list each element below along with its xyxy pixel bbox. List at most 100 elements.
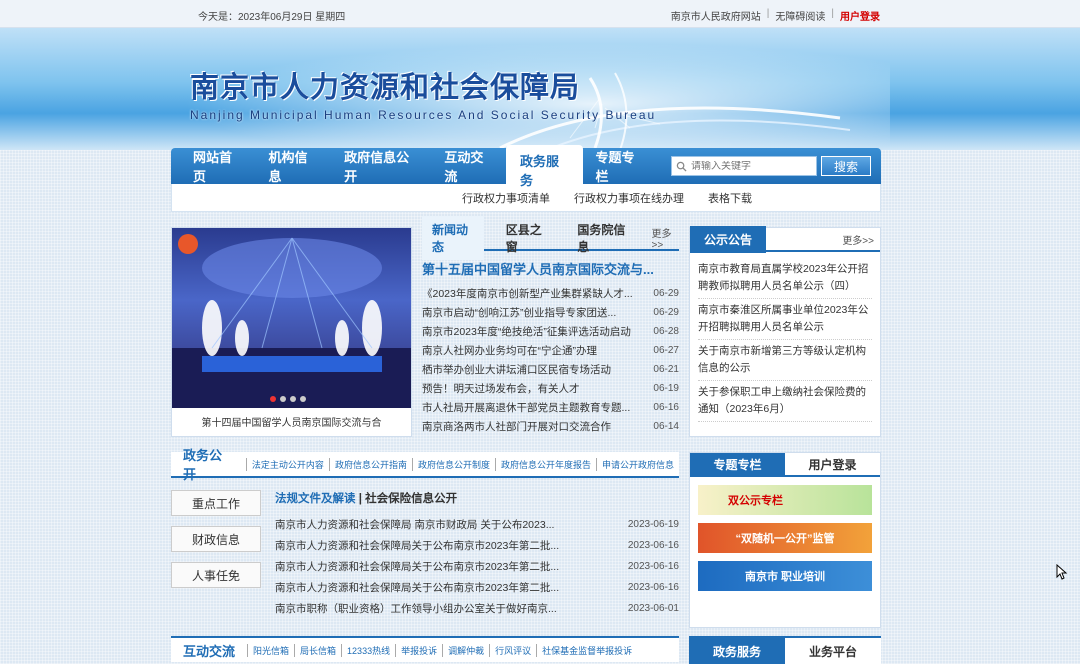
- banner-vocational-training[interactable]: 南京市 职业培训: [698, 561, 872, 591]
- list-item[interactable]: 南京市秦淮区所属事业单位2023年公开招聘拟聘用人员名单公示: [698, 299, 872, 340]
- mouse-cursor-icon: [1056, 564, 1068, 580]
- interaction-links: 阳光信箱 局长信箱 12333热线 举报投诉 调解仲裁 行风评议 社保基金监督举…: [247, 643, 637, 657]
- banner-random-inspection[interactable]: “双随机一公开”监管: [698, 523, 872, 553]
- list-item[interactable]: 预告！明天过场发布会，有关人才 06-19: [422, 379, 679, 398]
- accessibility-link[interactable]: 无障碍阅读: [775, 8, 825, 23]
- slide-dot[interactable]: [290, 396, 296, 402]
- search-button[interactable]: 搜索: [821, 156, 872, 176]
- side-key-work[interactable]: 重点工作: [171, 490, 261, 516]
- nav-interaction[interactable]: 互动交流: [444, 147, 494, 185]
- services-section: 政务服务 业务平台: [689, 636, 881, 664]
- subnav-power-list[interactable]: 行政权力事项清单: [462, 190, 550, 206]
- news-panel: 新闻动态 区县之窗 国务院信息 更多>> 第十五届中国留学人员南京国际交流与..…: [422, 216, 679, 437]
- nav-org-info[interactable]: 机构信息: [269, 147, 319, 185]
- subnav-online-handle[interactable]: 行政权力事项在线办理: [574, 190, 684, 206]
- gov-link[interactable]: 政府信息公开指南: [328, 457, 412, 471]
- nav-home[interactable]: 网站首页: [193, 147, 243, 185]
- separator: |: [831, 8, 834, 19]
- subnav-forms-download[interactable]: 表格下载: [708, 190, 752, 206]
- side-finance-info[interactable]: 财政信息: [171, 526, 261, 552]
- tab-regulations[interactable]: 法规文件及解读: [275, 493, 356, 505]
- banner-double-publicity[interactable]: 双公示专栏: [698, 485, 872, 515]
- gov-links: 法定主动公开内容 政府信息公开指南 政府信息公开制度 政府信息公开年度报告 申请…: [245, 457, 679, 471]
- list-item[interactable]: 南京市人力资源和社会保障局关于公布南京市2023年第二批... 2023-06-1…: [275, 577, 679, 598]
- list-item[interactable]: 市人社局开展离退休干部党员主题教育专题... 06-16: [422, 398, 679, 417]
- news-headline[interactable]: 第十五届中国留学人员南京国际交流与...: [422, 259, 679, 278]
- list-item[interactable]: 南京市职称（职业资格）工作领导小组办公室关于做好南京... 2023-06-01: [275, 598, 679, 619]
- tab-state-council[interactable]: 国务院信息: [569, 221, 637, 255]
- list-item[interactable]: 南京市启动“创响江苏”创业指导专家团送... 06-29: [422, 303, 679, 322]
- list-item[interactable]: 关于参保职工申上缴纳社会保险费的通知（2023年6月）: [698, 381, 872, 422]
- top-bar: 今天是：2023年06月29日 星期四 南京市人民政府网站 | 无障碍阅读 | …: [0, 0, 1080, 28]
- list-item[interactable]: 南京市人力资源和社会保障局关于公布南京市2023年第二批... 2023-06-1…: [275, 535, 679, 556]
- interact-link[interactable]: 举报投诉: [395, 643, 442, 657]
- list-item[interactable]: 《2023年度南京市创新型产业集群紧缺人才... 06-29: [422, 284, 679, 303]
- site-banner: 南京市人力资源和社会保障局 Nanjing Municipal Human Re…: [0, 28, 1080, 150]
- list-item[interactable]: 南京市2023年度“绝技绝活”征集评选活动启动 06-28: [422, 322, 679, 341]
- slide-caption[interactable]: 第十四届中国留学人员南京国际交流与合: [172, 414, 411, 429]
- site-title: 南京市人力资源和社会保障局: [190, 70, 581, 104]
- search-input[interactable]: [691, 160, 810, 172]
- search-box: [671, 156, 818, 176]
- gov-link[interactable]: 申请公开政府信息: [595, 457, 679, 471]
- gov-header: 政务公开 法定主动公开内容 政府信息公开指南 政府信息公开制度 政府信息公开年度…: [171, 448, 679, 482]
- tab-news[interactable]: 新闻动态: [422, 216, 484, 260]
- interaction-section: 互动交流 阳光信箱 局长信箱 12333热线 举报投诉 调解仲裁 行风评议 社保…: [171, 636, 679, 664]
- notice-header: 公示公告 更多>>: [690, 225, 880, 253]
- list-item[interactable]: 栖市举办创业大讲坛浦口区民宿专场活动 06-21: [422, 360, 679, 379]
- gov-subtabs: 法规文件及解读 | 社会保险信息公开: [275, 490, 679, 506]
- tab-user-login[interactable]: 用户登录: [785, 453, 880, 475]
- slide-image[interactable]: [172, 228, 411, 408]
- tab-social-insurance[interactable]: 社会保险信息公开: [365, 493, 457, 505]
- notice-title[interactable]: 公示公告: [690, 225, 767, 253]
- gov-title[interactable]: 政务公开: [171, 445, 246, 483]
- interaction-header: 互动交流 阳光信箱 局长信箱 12333热线 举报投诉 调解仲裁 行风评议 社保…: [171, 636, 679, 662]
- search-area: 搜索: [671, 156, 872, 176]
- interact-link[interactable]: 局长信箱: [294, 643, 341, 657]
- nav-gov-services[interactable]: 政务服务: [505, 145, 584, 195]
- user-login-link[interactable]: 用户登录: [840, 8, 880, 23]
- list-item[interactable]: 关于南京市新增第三方等级认定机构信息的公示: [698, 340, 872, 381]
- interact-link[interactable]: 调解仲裁: [442, 643, 489, 657]
- list-item[interactable]: 南京市教育局直属学校2023年公开招聘教师拟聘用人员名单公示（四）: [698, 258, 872, 299]
- slide-dot[interactable]: [280, 396, 286, 402]
- gov-link[interactable]: 政府信息公开制度: [411, 457, 495, 471]
- special-tabs: 专题专栏 用户登录: [690, 453, 880, 477]
- news-tabs: 新闻动态 区县之窗 国务院信息 更多>>: [422, 216, 679, 260]
- main-navigation: 网站首页 机构信息 政府信息公开 互动交流 政务服务 专题专栏 搜索 行政权力事…: [171, 145, 881, 212]
- date-text: 今天是：2023年06月29日 星期四: [198, 12, 346, 23]
- gov-link[interactable]: 政府信息公开年度报告: [494, 457, 596, 471]
- gov-site-link[interactable]: 南京市人民政府网站: [671, 8, 761, 23]
- list-item[interactable]: 南京人社网办业务均可在“宁企通”办理 06-27: [422, 341, 679, 360]
- notice-panel: 公示公告 更多>> 南京市教育局直属学校2023年公开招聘教师拟聘用人员名单公示…: [689, 225, 881, 437]
- news-list: 《2023年度南京市创新型产业集群紧缺人才... 06-29 南京市启动“创响江苏…: [422, 284, 679, 436]
- nav-bar: 网站首页 机构信息 政府信息公开 互动交流 政务服务 专题专栏 搜索: [171, 145, 881, 195]
- gov-list: 南京市人力资源和社会保障局 南京市财政局 关于公布2023... 2023-06-…: [275, 514, 679, 619]
- slide-dot[interactable]: [300, 396, 306, 402]
- tab-special-topics[interactable]: 专题专栏: [690, 453, 785, 475]
- nav-special-topics[interactable]: 专题专栏: [595, 147, 645, 185]
- site-title-en: Nanjing Municipal Human Resources And So…: [190, 108, 657, 122]
- notice-more-link[interactable]: 更多>>: [842, 232, 874, 247]
- interact-link[interactable]: 阳光信箱: [247, 643, 294, 657]
- list-item[interactable]: 南京市人力资源和社会保障局 南京市财政局 关于公布2023... 2023-06-…: [275, 514, 679, 535]
- list-item[interactable]: 南京商洛两市人社部门开展对口交流合作 06-14: [422, 417, 679, 436]
- interact-link[interactable]: 社保基金监督举报投诉: [536, 643, 637, 657]
- interaction-title[interactable]: 互动交流: [171, 641, 247, 660]
- gov-disclosure-panel: 政务公开 法定主动公开内容 政府信息公开指南 政府信息公开制度 政府信息公开年度…: [171, 448, 679, 628]
- side-personnel[interactable]: 人事任免: [171, 562, 261, 588]
- list-item[interactable]: 南京市人力资源和社会保障局关于公布南京市2023年第二批... 2023-06-1…: [275, 556, 679, 577]
- slide-dot[interactable]: [270, 396, 276, 402]
- tab-gov-services[interactable]: 政务服务: [689, 638, 785, 664]
- news-more-link[interactable]: 更多>>: [651, 225, 679, 251]
- interact-link[interactable]: 行风评议: [489, 643, 536, 657]
- gov-side-menu: 重点工作 财政信息 人事任免: [171, 490, 261, 598]
- top-links: 南京市人民政府网站 | 无障碍阅读 | 用户登录: [671, 8, 880, 23]
- interact-link[interactable]: 12333热线: [341, 643, 395, 657]
- gov-link[interactable]: 法定主动公开内容: [245, 457, 329, 471]
- photo-slider[interactable]: 第十四届中国留学人员南京国际交流与合: [171, 227, 412, 437]
- tab-districts[interactable]: 区县之窗: [498, 221, 556, 255]
- separator: |: [766, 8, 770, 19]
- nav-gov-info[interactable]: 政府信息公开: [344, 147, 418, 185]
- tab-business-platform[interactable]: 业务平台: [785, 638, 881, 664]
